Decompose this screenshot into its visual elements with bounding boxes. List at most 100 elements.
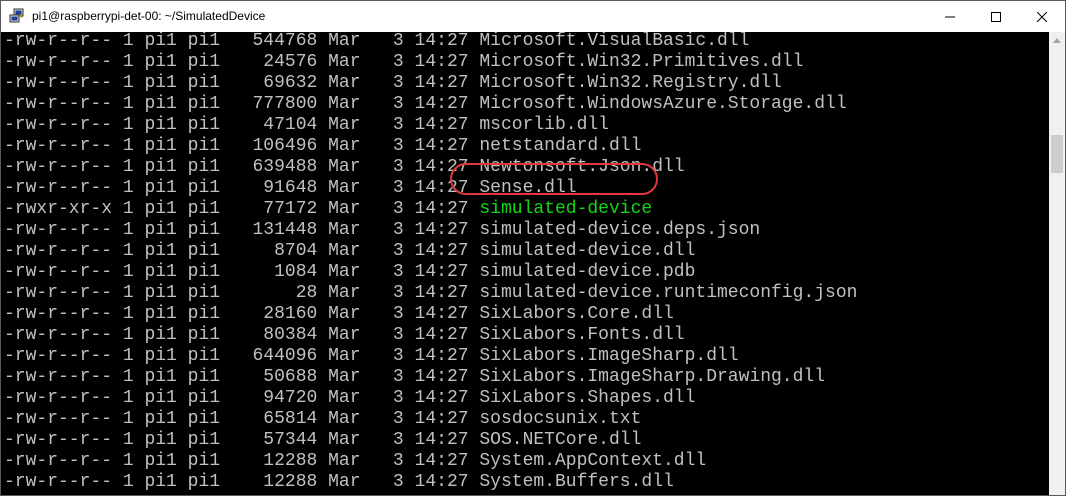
close-button[interactable] — [1019, 1, 1065, 32]
listing-row: -rw-r--r-- 1 pi1 pi1 50688 Mar 3 14:27 S… — [4, 367, 825, 388]
time-text: 14:27 — [403, 115, 469, 135]
maximize-button[interactable] — [973, 1, 1019, 32]
scrollbar-thumb[interactable] — [1051, 135, 1063, 173]
group-text: pi1 — [176, 472, 221, 492]
day-text: 3 — [360, 346, 404, 366]
month-text: Mar — [317, 409, 361, 429]
link-count-text: 1 — [112, 451, 134, 471]
listing-row: -rw-r--r-- 1 pi1 pi1 91648 Mar 3 14:27 S… — [4, 178, 577, 199]
time-text: 14:27 — [403, 262, 469, 282]
day-text: 3 — [360, 52, 404, 72]
time-text: 14:27 — [403, 409, 469, 429]
group-text: pi1 — [176, 367, 221, 387]
minimize-icon — [945, 16, 955, 17]
month-text: Mar — [317, 472, 361, 492]
time-text: 14:27 — [403, 241, 469, 261]
filename-text: System.Buffers.dll — [479, 472, 674, 492]
size-text: 80384 — [220, 325, 318, 345]
size-text: 639488 — [220, 157, 318, 177]
time-text: 14:27 — [403, 430, 469, 450]
time-text: 14:27 — [403, 346, 469, 366]
month-text: Mar — [317, 136, 361, 156]
size-text: 8704 — [220, 241, 318, 261]
owner-text: pi1 — [133, 262, 177, 282]
link-count-text: 1 — [112, 409, 134, 429]
filename-text: SOS.NETCore.dll — [479, 430, 642, 450]
vertical-scrollbar[interactable] — [1049, 32, 1065, 495]
time-text: 14:27 — [403, 199, 469, 219]
putty-icon[interactable] — [9, 8, 25, 24]
permissions-text: -rw-r--r-- — [4, 262, 113, 282]
owner-text: pi1 — [133, 346, 177, 366]
size-text: 57344 — [220, 430, 318, 450]
size-text: 544768 — [220, 32, 318, 51]
month-text: Mar — [317, 346, 361, 366]
size-text: 50688 — [220, 367, 318, 387]
group-text: pi1 — [176, 32, 221, 51]
time-text: 14:27 — [403, 52, 469, 72]
link-count-text: 1 — [112, 262, 134, 282]
permissions-text: -rw-r--r-- — [4, 136, 113, 156]
owner-text: pi1 — [133, 73, 177, 93]
month-text: Mar — [317, 73, 361, 93]
owner-text: pi1 — [133, 115, 177, 135]
size-text: 131448 — [220, 220, 318, 240]
title-bar[interactable]: pi1@raspberrypi-det-00: ~/SimulatedDevic… — [1, 1, 1065, 32]
filename-text: simulated-device.pdb — [479, 262, 696, 282]
time-text: 14:27 — [403, 451, 469, 471]
time-text: 14:27 — [403, 304, 469, 324]
day-text: 3 — [360, 73, 404, 93]
link-count-text: 1 — [112, 283, 134, 303]
terminal-output[interactable]: -rw-r--r-- 1 pi1 pi1 544768 Mar 3 14:27 … — [1, 32, 1049, 495]
scroll-up-button[interactable] — [1049, 32, 1065, 48]
day-text: 3 — [360, 241, 404, 261]
group-text: pi1 — [176, 388, 221, 408]
owner-text: pi1 — [133, 325, 177, 345]
owner-text: pi1 — [133, 409, 177, 429]
group-text: pi1 — [176, 430, 221, 450]
chevron-up-icon — [1053, 37, 1061, 43]
month-text: Mar — [317, 220, 361, 240]
listing-row: -rw-r--r-- 1 pi1 pi1 8704 Mar 3 14:27 si… — [4, 241, 695, 262]
month-text: Mar — [317, 52, 361, 72]
owner-text: pi1 — [133, 241, 177, 261]
owner-text: pi1 — [133, 136, 177, 156]
listing-row: -rw-r--r-- 1 pi1 pi1 28 Mar 3 14:27 simu… — [4, 283, 857, 304]
filename-text: SixLabors.ImageSharp.Drawing.dll — [479, 367, 826, 387]
month-text: Mar — [317, 283, 361, 303]
month-text: Mar — [317, 94, 361, 114]
link-count-text: 1 — [112, 115, 134, 135]
day-text: 3 — [360, 451, 404, 471]
owner-text: pi1 — [133, 157, 177, 177]
permissions-text: -rw-r--r-- — [4, 115, 113, 135]
time-text: 14:27 — [403, 73, 469, 93]
listing-row: -rw-r--r-- 1 pi1 pi1 47104 Mar 3 14:27 m… — [4, 115, 609, 136]
link-count-text: 1 — [112, 367, 134, 387]
filename-text: mscorlib.dll — [479, 115, 609, 135]
month-text: Mar — [317, 367, 361, 387]
owner-text: pi1 — [133, 94, 177, 114]
time-text: 14:27 — [403, 32, 469, 51]
link-count-text: 1 — [112, 241, 134, 261]
month-text: Mar — [317, 430, 361, 450]
time-text: 14:27 — [403, 94, 469, 114]
month-text: Mar — [317, 115, 361, 135]
permissions-text: -rw-r--r-- — [4, 388, 113, 408]
month-text: Mar — [317, 178, 361, 198]
owner-text: pi1 — [133, 451, 177, 471]
listing-row: -rw-r--r-- 1 pi1 pi1 12288 Mar 3 14:27 S… — [4, 451, 706, 472]
owner-text: pi1 — [133, 283, 177, 303]
owner-text: pi1 — [133, 304, 177, 324]
group-text: pi1 — [176, 304, 221, 324]
permissions-text: -rw-r--r-- — [4, 325, 113, 345]
minimize-button[interactable] — [927, 1, 973, 32]
month-text: Mar — [317, 304, 361, 324]
filename-text: Microsoft.VisualBasic.dll — [479, 32, 750, 51]
link-count-text: 1 — [112, 32, 134, 51]
permissions-text: -rw-r--r-- — [4, 241, 113, 261]
group-text: pi1 — [176, 451, 221, 471]
day-text: 3 — [360, 32, 404, 51]
listing-row: -rw-r--r-- 1 pi1 pi1 28160 Mar 3 14:27 S… — [4, 304, 674, 325]
day-text: 3 — [360, 262, 404, 282]
group-text: pi1 — [176, 283, 221, 303]
